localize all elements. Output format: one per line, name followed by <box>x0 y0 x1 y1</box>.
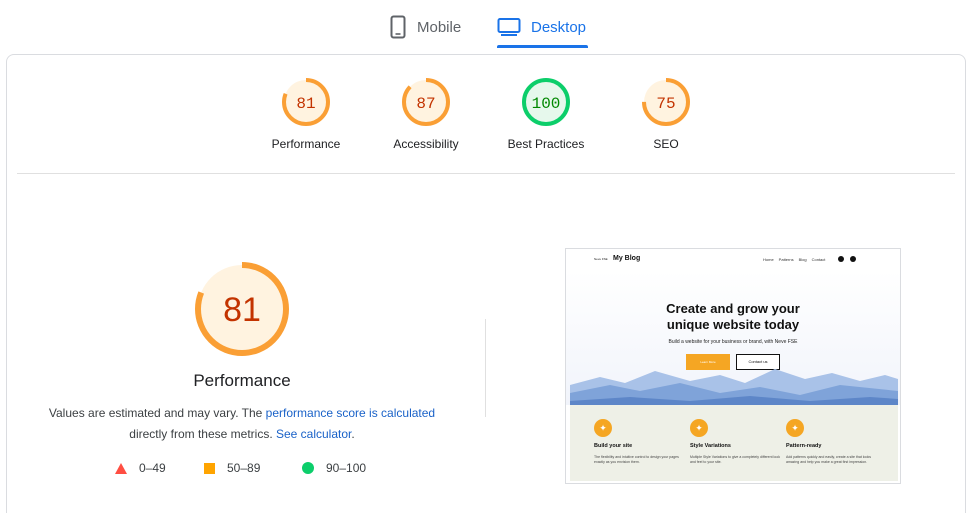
instagram-icon <box>850 256 856 262</box>
feature-desc: Add patterns quickly and easily, create … <box>786 455 871 464</box>
tab-desktop-label: Desktop <box>531 18 587 36</box>
feature-icon: ✦ <box>594 419 612 437</box>
gauge-score: 100 <box>532 95 561 113</box>
performance-description: Values are estimated and may vary. The p… <box>27 403 457 445</box>
score-legend: 0–49 50–89 90–100 <box>7 461 477 481</box>
preview-feature: ✦ Style Variations Multiple Style Variat… <box>690 419 780 465</box>
green-circle-icon <box>302 462 314 474</box>
preview-nav-item: Blog <box>798 257 807 262</box>
gauge-score: 81 <box>296 95 315 113</box>
facebook-icon <box>838 256 844 262</box>
desc-middle: directly from these metrics. <box>129 427 276 441</box>
legend-range: 50–89 <box>227 461 261 475</box>
preview-logo: Neve FSE <box>594 257 608 261</box>
legend-item-average: 50–89 <box>204 461 260 475</box>
preview-feature: ✦ Pattern-ready Add patterns quickly and… <box>786 419 876 465</box>
desc-prefix: Values are estimated and may vary. The <box>48 406 266 420</box>
preview-nav-item: Contact <box>811 257 826 262</box>
legend-range: 0–49 <box>139 461 166 475</box>
device-tabs: Mobile Desktop <box>0 0 977 50</box>
tab-desktop[interactable]: Desktop <box>497 8 589 48</box>
feature-icon: ✦ <box>690 419 708 437</box>
gauge-label: SEO <box>653 137 679 151</box>
preview-social-icons <box>838 256 868 262</box>
orange-square-icon <box>204 462 215 474</box>
performance-score-link[interactable]: performance score is calculated <box>266 406 435 420</box>
gauge-seo[interactable]: 75 SEO <box>606 77 726 151</box>
performance-score: 81 <box>223 291 261 329</box>
gauge-ring: 100 <box>522 78 570 126</box>
preview-hero-heading: Create and grow your unique website toda… <box>566 301 900 333</box>
preview-hero: Create and grow your unique website toda… <box>566 271 900 405</box>
tab-mobile[interactable]: Mobile <box>389 8 461 46</box>
feature-icon: ✦ <box>786 419 804 437</box>
gauge-ring: 75 <box>642 78 690 126</box>
hero-line-1: Create and grow your <box>666 301 800 316</box>
hero-line-2: unique website today <box>666 317 800 332</box>
gauge-best-practices[interactable]: 100 Best Practices <box>486 77 606 151</box>
gauge-ring: 81 <box>282 78 330 126</box>
feature-desc: The flexibility and intuitive control to… <box>594 455 679 464</box>
active-tab-indicator <box>497 45 589 48</box>
red-triangle-icon <box>115 462 127 474</box>
gauge-score: 87 <box>416 95 435 113</box>
preview-feature: ✦ Build your site The flexibility and in… <box>594 419 684 465</box>
tab-mobile-label: Mobile <box>417 18 462 36</box>
gauge-label: Accessibility <box>393 137 459 151</box>
mobile-phone-icon <box>390 15 406 39</box>
page-screenshot-preview[interactable]: Neve FSE My Blog Home Patterns Blog Cont… <box>565 248 901 484</box>
gauge-performance[interactable]: 81 Performance <box>246 77 366 151</box>
gauge-label: Best Practices <box>507 137 585 151</box>
legend-item-fail: 0–49 <box>115 461 166 475</box>
gauge-accessibility[interactable]: 87 Accessibility <box>366 77 486 151</box>
legend-range: 90–100 <box>326 461 367 475</box>
performance-gauge-ring: 81 <box>195 262 289 356</box>
preview-site-title: My Blog <box>613 255 641 262</box>
preview-hero-subtitle: Build a website for your business or bra… <box>668 339 798 345</box>
feature-title: Pattern-ready <box>786 443 822 449</box>
gauge-label: Performance <box>271 137 341 151</box>
desktop-monitor-icon <box>497 18 521 36</box>
category-gauges: 81 Performance 87 Accessibility 100 Best… <box>7 55 965 173</box>
section-divider <box>17 173 955 174</box>
desc-suffix: . <box>351 427 355 441</box>
feature-desc: Multiple Style Variations to give a comp… <box>690 455 780 464</box>
gauge-score: 75 <box>656 95 675 113</box>
vertical-divider <box>485 319 486 417</box>
see-calculator-link[interactable]: See calculator <box>276 427 351 441</box>
feature-title: Style Variations <box>690 443 731 449</box>
gauge-ring: 87 <box>402 78 450 126</box>
performance-gauge: 81 <box>7 255 477 359</box>
preview-features: ✦ Build your site The flexibility and in… <box>570 405 898 481</box>
feature-title: Build your site <box>594 443 633 449</box>
performance-title: Performance <box>193 371 291 390</box>
preview-mountains-image <box>570 369 898 405</box>
preview-nav: Home Patterns Blog Contact <box>763 257 825 262</box>
legend-item-pass: 90–100 <box>302 461 366 475</box>
preview-nav-item: Home <box>763 257 774 262</box>
twitter-icon <box>862 256 868 262</box>
preview-nav-item: Patterns <box>778 257 794 262</box>
report-card: 81 Performance 87 Accessibility 100 Best… <box>6 54 966 513</box>
